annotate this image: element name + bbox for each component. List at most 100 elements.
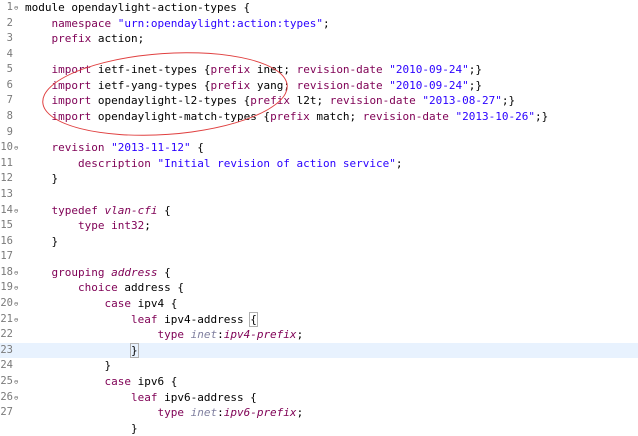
code-line[interactable]: 11 description "Initial revision of acti… <box>0 156 638 172</box>
code-line[interactable]: 12 } <box>0 171 638 187</box>
keyword-token: revision-date <box>296 78 383 92</box>
line-number: 7 <box>6 94 13 107</box>
line-number: 23 <box>0 343 13 356</box>
fold-toggle-icon[interactable]: ⊖ <box>14 145 18 152</box>
code-line[interactable]: 4 <box>0 47 638 63</box>
code-text: import ietf-yang-types {prefix yang; rev… <box>25 78 483 94</box>
code-line[interactable]: 2 namespace "urn:opendaylight:action:typ… <box>0 16 638 32</box>
line-number: 5 <box>6 63 13 76</box>
code-text: case ipv4 { <box>25 296 177 312</box>
code-line[interactable]: 27 type inet:ipv6-prefix; <box>0 405 638 421</box>
code-line[interactable]: 6 import ietf-yang-types {prefix yang; r… <box>0 78 638 94</box>
fold-toggle-icon[interactable]: ⊖ <box>14 207 18 214</box>
code-text: leaf ipv6-address { <box>25 390 257 406</box>
code-line[interactable]: 1 ⊖ module opendaylight-action-types { <box>0 0 638 16</box>
fold-toggle-icon[interactable]: ⊖ <box>14 285 18 292</box>
line-number: 14 <box>0 203 13 216</box>
line-number: 4 <box>6 47 13 60</box>
line-number: 25 <box>0 374 13 387</box>
code-line[interactable]: 8 import opendaylight-match-types {prefi… <box>0 109 638 125</box>
code-line[interactable]: 17 <box>0 249 638 265</box>
string-token: "2013-11-12" <box>111 141 191 155</box>
code-token: opendaylight-l2-types { <box>91 94 251 108</box>
code-editor[interactable]: 1 ⊖ module opendaylight-action-types {2 na… <box>0 0 638 435</box>
code-line[interactable]: 15 type int32; <box>0 218 638 234</box>
code-token: match; <box>309 110 363 124</box>
code-token: yang; <box>250 78 297 92</box>
code-token: } <box>25 234 59 248</box>
code-line[interactable]: 22 type inet:ipv4-prefix; <box>0 327 638 343</box>
code-token: : <box>217 406 224 420</box>
keyword-token: choice <box>77 281 118 295</box>
code-line[interactable]: 24 } <box>0 358 638 374</box>
prefix-token: inet <box>190 406 218 420</box>
code-text: type int32; <box>25 218 151 234</box>
line-number: 11 <box>0 156 13 169</box>
code-line[interactable]: 25 ⊖ case ipv6 { <box>0 374 638 390</box>
code-line[interactable]: 5 import ietf-inet-types {prefix inet; r… <box>0 62 638 78</box>
fold-toggle-icon[interactable]: ⊖ <box>14 316 18 323</box>
code-line[interactable]: 7 import opendaylight-l2-types {prefix l… <box>0 93 638 109</box>
code-token: { <box>157 265 171 279</box>
keyword-token: leaf <box>130 312 158 326</box>
code-token: ; <box>296 406 304 420</box>
line-number: 2 <box>6 16 13 29</box>
code-text: typedef vlan-cfi { <box>25 203 171 219</box>
code-line[interactable]: 18 ⊖ grouping address { <box>0 265 638 281</box>
code-line[interactable]: 19 ⊖ choice address { <box>0 280 638 296</box>
code-text: import opendaylight-l2-types {prefix l2t… <box>25 93 516 109</box>
line-number: 3 <box>6 32 13 45</box>
line-number: 16 <box>0 234 13 247</box>
keyword-token: revision-date <box>362 110 449 124</box>
code-line[interactable]: 21 ⊖ leaf ipv4-address { <box>0 311 638 328</box>
code-line[interactable]: 14 ⊖ typedef vlan-cfi { <box>0 203 638 219</box>
line-number: 20 <box>0 297 13 310</box>
code-token: l2t; <box>289 94 330 108</box>
code-token: address { <box>117 281 184 295</box>
matching-bracket: { <box>249 311 258 327</box>
code-text: case ipv6 { <box>25 374 177 390</box>
fold-toggle-icon[interactable]: ⊖ <box>14 394 18 401</box>
keyword-token: import <box>51 63 92 77</box>
line-number: 9 <box>6 125 13 138</box>
code-line[interactable]: 3 prefix action; <box>0 31 638 47</box>
code-text: namespace "urn:opendaylight:action:types… <box>25 16 330 32</box>
code-line[interactable]: 16 } <box>0 234 638 250</box>
code-token: ; <box>144 219 151 233</box>
code-token: ipv6 { <box>130 374 178 388</box>
code-token: ;} <box>535 110 549 124</box>
code-token: opendaylight-match-types { <box>91 110 271 124</box>
code-token: : <box>217 328 224 342</box>
keyword-token: prefix <box>51 32 92 46</box>
code-line[interactable]: } <box>0 421 638 436</box>
code-text: choice address { <box>25 280 184 296</box>
line-number: 12 <box>0 172 13 185</box>
code-line[interactable]: 26 ⊖ leaf ipv6-address { <box>0 390 638 406</box>
code-token: ; <box>296 328 304 342</box>
keyword-token: import <box>51 78 92 92</box>
code-line[interactable]: 23 } <box>0 342 638 359</box>
code-line[interactable]: 9 <box>0 125 638 141</box>
code-line[interactable]: 10 ⊖ revision "2013-11-12" { <box>0 140 638 156</box>
line-number: 21 <box>0 312 13 325</box>
line-number: 22 <box>0 328 13 341</box>
prefix-token: inet <box>190 328 218 342</box>
fold-toggle-icon[interactable]: ⊖ <box>14 269 18 276</box>
code-line[interactable]: 13 <box>0 187 638 203</box>
keyword-token: import <box>51 110 92 124</box>
keyword-token: typedef <box>51 203 98 217</box>
identifier-token: ipv6-prefix <box>223 406 297 420</box>
fold-toggle-icon[interactable]: ⊖ <box>14 5 18 12</box>
fold-toggle-icon[interactable]: ⊖ <box>14 378 18 385</box>
code-text: } <box>25 171 58 187</box>
fold-toggle-icon[interactable]: ⊖ <box>14 301 18 308</box>
code-line[interactable]: 20 ⊖ case ipv4 { <box>0 296 638 312</box>
